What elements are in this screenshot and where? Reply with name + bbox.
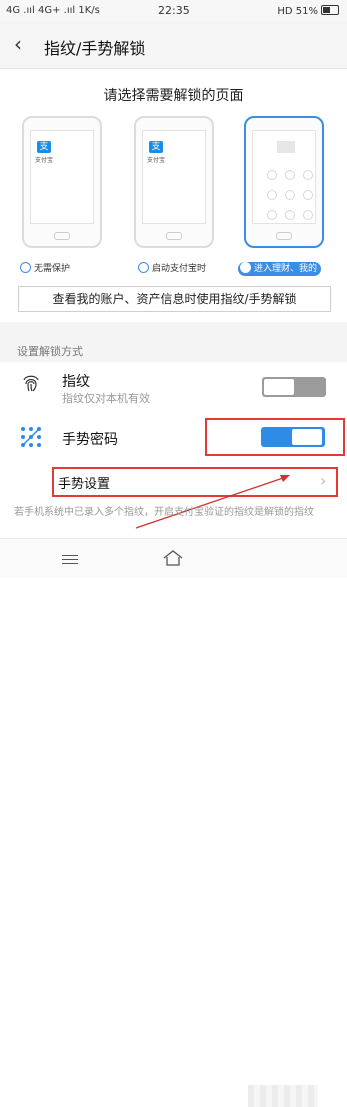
option-on-launch[interactable]: 启动支付宝时 [138, 262, 206, 276]
phone-screen: 支 支付宝 [30, 130, 94, 224]
phone-screen: 支 支付宝 [142, 130, 206, 224]
select-page-prompt: 请选择需要解锁的页面 [103, 88, 244, 104]
gesture-pattern-grid [263, 167, 317, 227]
option-label: 启动支付宝时 [152, 264, 207, 274]
phone-home-button [166, 232, 182, 240]
page-title: 指纹/手势解锁 [44, 39, 146, 58]
option-no-protection[interactable]: 无需保护 [20, 262, 70, 276]
alipay-logo-icon: 支 [149, 141, 163, 153]
unlock-method-section-header: 设置解锁方式 [0, 332, 347, 362]
radio-icon [138, 262, 149, 273]
gesture-password-title: 手势密码 [62, 432, 118, 448]
section-label: 设置解锁方式 [17, 345, 83, 358]
back-icon[interactable]: ‹ [14, 32, 22, 56]
option-label: 进入理财、我的 [254, 264, 318, 274]
fingerprint-subtitle: 指纹仅对本机有效 [62, 392, 150, 405]
battery-icon [321, 5, 339, 15]
battery-label: HD 51% [277, 6, 318, 17]
option-wealth-mine[interactable]: 进入理财、我的 [238, 262, 322, 276]
highlight-box-toggle [205, 418, 345, 456]
phone-preview-wealth-mine[interactable] [244, 116, 324, 248]
unlock-scope-description: 查看我的账户、资产信息时使用指纹/手势解锁 [18, 286, 331, 312]
alipay-logo-icon: 支 [37, 141, 51, 153]
option-label: 无需保护 [34, 264, 71, 274]
avatar-placeholder [277, 141, 295, 153]
phone-screen [252, 130, 316, 224]
signal-indicators: 4G .ııl 4G+ .ııl 1K/s [6, 5, 100, 16]
fingerprint-row: 指纹 指纹仅对本机有效 [0, 366, 347, 410]
radio-icon [20, 262, 31, 273]
fingerprint-title: 指纹 [62, 374, 90, 390]
alipay-label: 支付宝 [147, 157, 166, 164]
section-divider [0, 322, 347, 332]
menu-icon[interactable] [62, 552, 78, 567]
app-header: ‹ 指纹/手势解锁 [0, 22, 347, 69]
clock: 22:35 [158, 4, 190, 17]
fingerprint-note: 若手机系统中已录入多个指纹，开启支付宝验证的指纹是解锁的指纹 [14, 507, 314, 518]
radio-checked-icon [240, 262, 251, 273]
blurred-area [248, 1085, 318, 1107]
highlight-box-settings [52, 467, 338, 497]
status-right: HD 51% [277, 5, 339, 17]
phone-preview-on-launch[interactable]: 支 支付宝 [134, 116, 214, 248]
alipay-label: 支付宝 [35, 157, 54, 164]
gesture-pattern-icon [21, 427, 41, 447]
status-bar: 4G .ııl 4G+ .ııl 1K/s 22:35 HD 51% [0, 0, 347, 22]
phone-home-button [54, 232, 70, 240]
phone-preview-no-protection[interactable]: 支 支付宝 [22, 116, 102, 248]
fingerprint-icon [23, 375, 39, 392]
fingerprint-toggle[interactable] [262, 377, 326, 397]
system-nav-bar [0, 538, 347, 1107]
home-icon[interactable] [162, 549, 184, 567]
phone-home-button [276, 232, 292, 240]
